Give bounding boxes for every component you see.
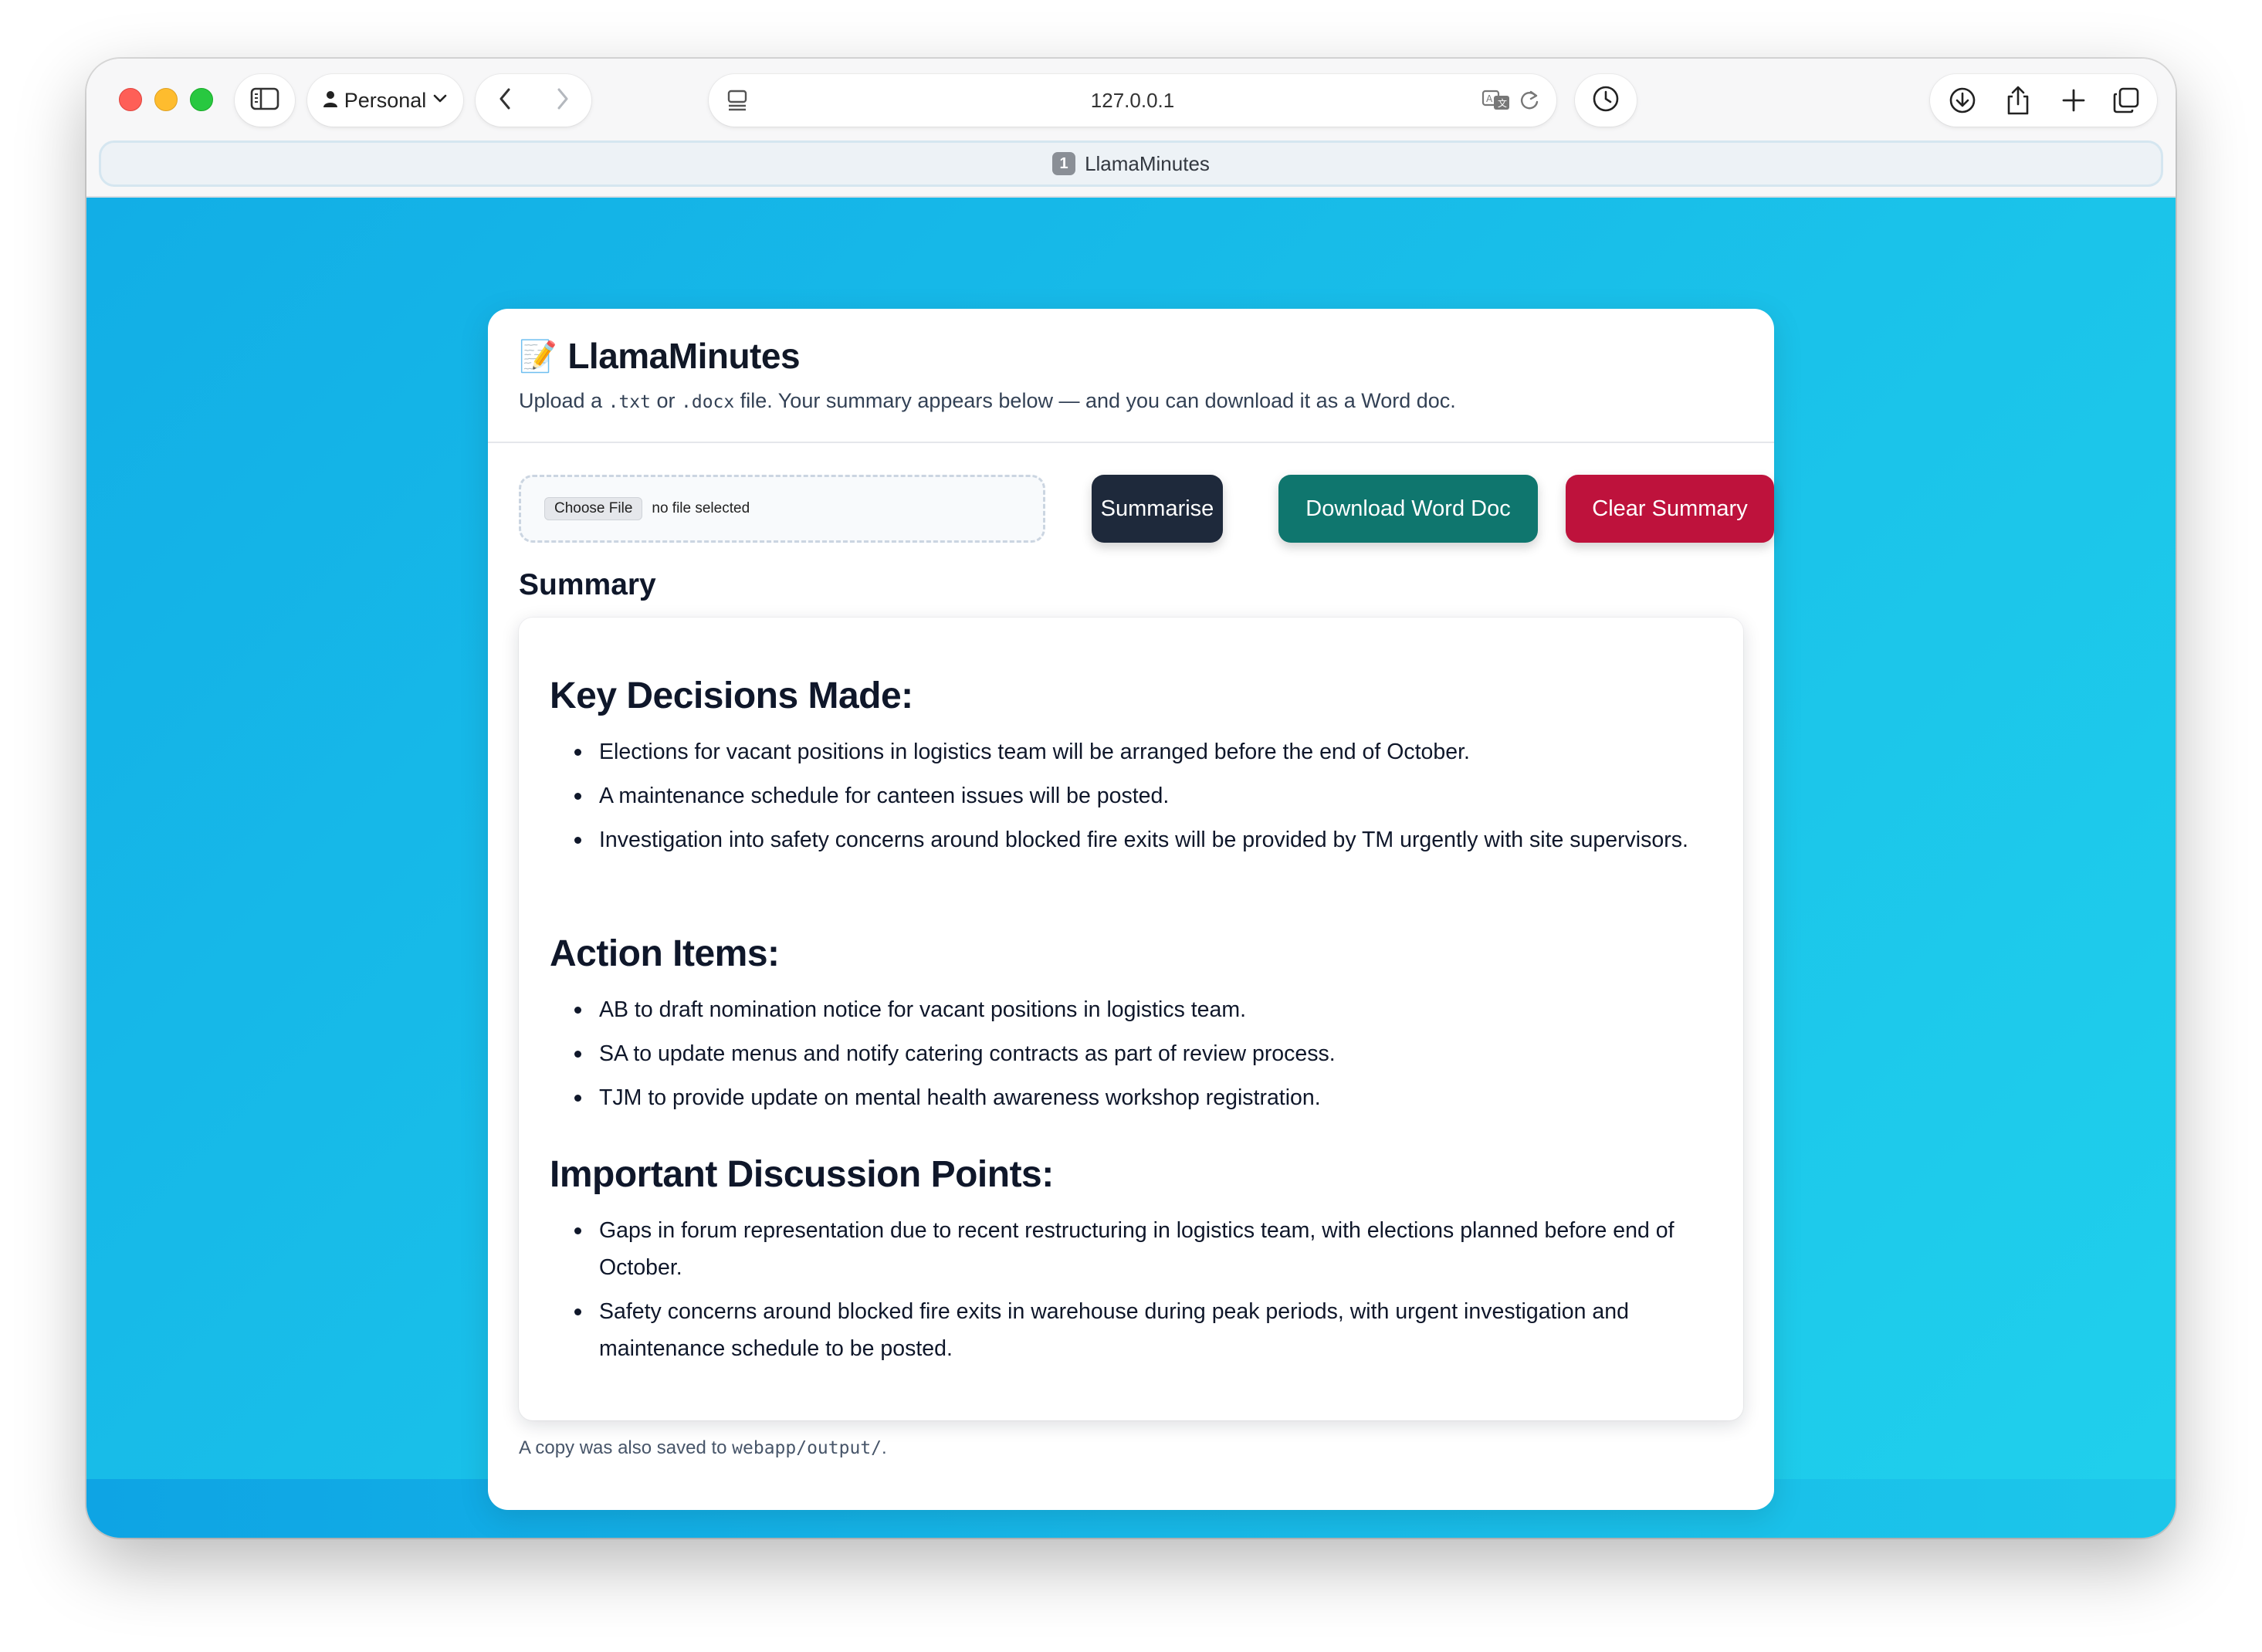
- list-item: SA to update menus and notify catering c…: [574, 1035, 1711, 1072]
- chevron-right-icon: [556, 87, 570, 114]
- section-heading-actions: Action Items:: [550, 933, 780, 974]
- choose-file-button[interactable]: Choose File: [544, 497, 643, 520]
- app-header: 📝 LlamaMinutes Upload a .txt or .docx fi…: [488, 309, 1774, 443]
- zoom-window-button[interactable]: [190, 88, 213, 111]
- svg-text:A: A: [1486, 93, 1493, 104]
- minimize-window-button[interactable]: [154, 88, 178, 111]
- list-item: Safety concerns around blocked fire exit…: [574, 1293, 1711, 1367]
- download-icon[interactable]: [1947, 85, 1978, 116]
- footnote-suffix: .: [882, 1437, 887, 1458]
- close-window-button[interactable]: [119, 88, 142, 111]
- app-card: 📝 LlamaMinutes Upload a .txt or .docx fi…: [488, 309, 1774, 1510]
- forward-button[interactable]: [533, 74, 591, 127]
- browser-toolbar: Personal 127.0.0.1 A文 1 LlamaMinutes: [86, 59, 2176, 198]
- share-icon[interactable]: [2003, 83, 2033, 117]
- subtitle-ext-txt: .txt: [608, 392, 651, 412]
- list-item: A maintenance schedule for canteen issue…: [574, 777, 1711, 814]
- profile-label: Personal: [344, 88, 427, 112]
- history-button[interactable]: [1575, 74, 1637, 127]
- summarise-button[interactable]: Summarise: [1092, 475, 1223, 543]
- subtitle-prefix: Upload a: [519, 389, 608, 412]
- list-item: Elections for vacant positions in logist…: [574, 733, 1711, 770]
- discussion-list: Gaps in forum representation due to rece…: [574, 1212, 1711, 1374]
- memo-icon: 📝: [519, 339, 557, 374]
- url-text: 127.0.0.1: [1090, 89, 1175, 112]
- section-heading-discussion: Important Discussion Points:: [550, 1154, 1054, 1195]
- browser-window: Personal 127.0.0.1 A文 1 LlamaMinutes 📝 L…: [86, 59, 2176, 1538]
- file-upload-dropzone[interactable]: Choose File no file selected: [519, 475, 1045, 543]
- back-button[interactable]: [476, 74, 533, 127]
- download-word-doc-button[interactable]: Download Word Doc: [1278, 475, 1538, 543]
- plus-icon[interactable]: [2058, 85, 2089, 116]
- subtitle-mid: or: [650, 389, 681, 412]
- tab-title: LlamaMinutes: [1085, 151, 1210, 175]
- svg-text:文: 文: [1498, 97, 1507, 109]
- list-item: Investigation into safety concerns aroun…: [574, 821, 1711, 858]
- summary-label: Summary: [519, 568, 656, 601]
- footnote-prefix: A copy was also saved to: [519, 1437, 733, 1458]
- list-item: Gaps in forum representation due to rece…: [574, 1212, 1711, 1286]
- navigation-group: [476, 74, 591, 127]
- tab-number-badge: 1: [1052, 152, 1076, 175]
- address-bar[interactable]: 127.0.0.1 A文: [709, 74, 1556, 127]
- sidebar-toggle-button[interactable]: [235, 74, 295, 127]
- chevron-left-icon: [498, 87, 512, 114]
- chevron-down-icon: [432, 93, 448, 108]
- reload-icon[interactable]: [1516, 87, 1542, 113]
- sidebar-icon: [250, 86, 279, 115]
- subtitle-suffix: file. Your summary appears below — and y…: [734, 389, 1456, 412]
- list-item: TJM to provide update on mental health a…: [574, 1079, 1711, 1116]
- translate-icon[interactable]: A文: [1481, 87, 1512, 113]
- section-heading-decisions: Key Decisions Made:: [550, 675, 913, 716]
- subtitle-ext-docx: .docx: [681, 392, 735, 412]
- page-content: 📝 LlamaMinutes Upload a .txt or .docx fi…: [86, 198, 2176, 1538]
- app-title-text: LlamaMinutes: [567, 336, 801, 376]
- active-tab[interactable]: 1 LlamaMinutes: [99, 140, 2163, 187]
- decisions-list: Elections for vacant positions in logist…: [574, 733, 1711, 865]
- app-subtitle: Upload a .txt or .docx file. Your summar…: [519, 389, 1456, 413]
- list-item: AB to draft nomination notice for vacant…: [574, 991, 1711, 1028]
- actions-list: AB to draft nomination notice for vacant…: [574, 991, 1711, 1123]
- clock-icon: [1592, 85, 1620, 117]
- app-title: 📝 LlamaMinutes: [519, 335, 801, 377]
- clear-summary-button[interactable]: Clear Summary: [1566, 475, 1774, 543]
- file-status-text: no file selected: [652, 500, 750, 516]
- profile-button[interactable]: Personal: [307, 74, 463, 127]
- toolbar-actions: [1930, 74, 2157, 127]
- tabs-icon[interactable]: [2111, 85, 2142, 116]
- person-icon: [323, 90, 338, 112]
- summary-output: Key Decisions Made: Elections for vacant…: [519, 618, 1743, 1420]
- saved-copy-note: A copy was also saved to webapp/output/.: [519, 1437, 887, 1459]
- footnote-path: webapp/output/: [732, 1438, 882, 1458]
